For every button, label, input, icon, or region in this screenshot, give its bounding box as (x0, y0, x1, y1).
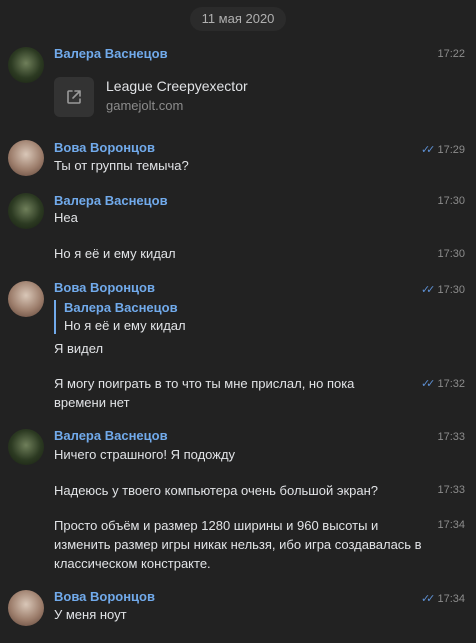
read-check-icon: ✓✓ (420, 284, 436, 296)
read-check-icon: ✓✓ (420, 378, 436, 390)
message-text-line: изменить размер игры никак нельзя, ибо и… (54, 537, 422, 552)
avatar[interactable] (8, 429, 44, 465)
sender-name[interactable]: Валера Васнецов (54, 46, 168, 61)
link-domain: gamejolt.com (106, 98, 184, 113)
avatar[interactable] (8, 590, 44, 626)
link-preview-box (54, 77, 94, 117)
message-text: Просто объём и размер 1280 ширины и 960 … (54, 516, 422, 573)
sender-name[interactable]: Валера Васнецов (54, 428, 168, 443)
avatar[interactable] (8, 47, 44, 83)
message-text: Я видел (54, 341, 104, 356)
message-time: ✓✓ 17:29 (420, 144, 465, 156)
sender-name[interactable]: Вова Воронцов (54, 589, 155, 604)
message-time: ✓✓ 17:34 (420, 593, 465, 605)
message-text-line: времени нет (54, 395, 130, 410)
external-link-icon (67, 90, 81, 104)
link-attachment[interactable]: League Creepyexector gamejolt.com (54, 77, 354, 117)
sender-name[interactable]: Вова Воронцов (54, 280, 155, 295)
message-time: 17:22 (437, 48, 465, 60)
message-text-line: Я могу поиграть в то что ты мне прислал,… (54, 376, 355, 391)
link-title[interactable]: League Creepyexector (106, 78, 248, 94)
avatar[interactable] (8, 193, 44, 229)
quote-bar (54, 300, 56, 334)
read-check-icon: ✓✓ (420, 144, 436, 156)
sender-name[interactable]: Валера Васнецов (54, 193, 168, 208)
avatar[interactable] (8, 140, 44, 176)
message-text: Я могу поиграть в то что ты мне прислал,… (54, 374, 354, 412)
message-text: У меня ноут (54, 607, 127, 622)
date-separator: 11 мая 2020 (190, 7, 286, 31)
message-text-line: классическом констракте. (54, 556, 211, 571)
message-text: Но я её и ему кидал (54, 246, 176, 261)
message-time: 17:33 (437, 431, 465, 443)
message-text: Ты от группы темыча? (54, 158, 189, 173)
quote-author[interactable]: Валера Васнецов (64, 300, 178, 315)
message-text-line: Просто объём и размер 1280 ширины и 960 … (54, 518, 379, 533)
avatar[interactable] (8, 281, 44, 317)
message-text: Надеюсь у твоего компьютера очень большо… (54, 483, 379, 498)
message-text: Неа (54, 210, 78, 225)
message-text: Ничего страшного! Я подожду (54, 447, 236, 462)
message-time: 17:30 (437, 248, 465, 260)
sender-name[interactable]: Вова Воронцов (54, 140, 155, 155)
read-check-icon: ✓✓ (420, 593, 436, 605)
message-time: 17:34 (437, 519, 465, 531)
message-time: ✓✓ 17:32 (420, 378, 465, 390)
quote-text[interactable]: Но я её и ему кидал (64, 318, 186, 333)
message-time: ✓✓ 17:30 (420, 284, 465, 296)
message-time: 17:30 (437, 195, 465, 207)
message-time: 17:33 (437, 484, 465, 496)
